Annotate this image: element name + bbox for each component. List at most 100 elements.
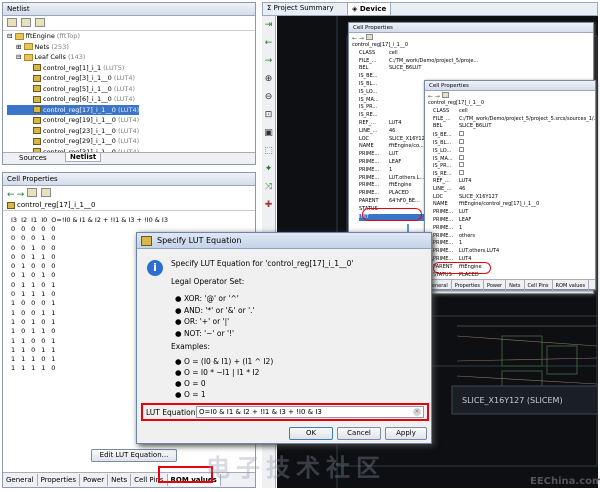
mark-icon[interactable]: ✚	[262, 196, 275, 214]
leaf-cell-type: (LUT4)	[113, 95, 136, 103]
inset-tab[interactable]: Cell Pins	[525, 280, 553, 292]
back-arrow-icon[interactable]: ←	[7, 190, 15, 200]
property-row[interactable]: CLASS cell	[433, 108, 595, 116]
checkbox[interactable]	[459, 154, 464, 160]
leaf-cell-row: control_reg[19]_i_1__0 (LUT4)	[7, 115, 255, 126]
checkbox[interactable]	[459, 170, 464, 176]
property-row[interactable]: IS_MA...	[433, 154, 595, 163]
inset-tab[interactable]: Power	[484, 280, 507, 292]
collapse-all-icon[interactable]	[7, 18, 17, 27]
tab-netlist[interactable]: Netlist	[65, 153, 102, 162]
cellprops-tab[interactable]: Nets	[108, 474, 132, 486]
property-row[interactable]: PRIME... 1	[433, 225, 595, 233]
property-row[interactable]: REF_... LUT4	[433, 178, 595, 186]
property-row[interactable]: IS_PR...	[433, 162, 595, 170]
refresh-icon[interactable]	[365, 34, 373, 40]
property-row[interactable]: PRIME... LEAF	[433, 217, 595, 225]
truth-table-cell: 1	[21, 345, 26, 354]
lut-icon	[33, 95, 41, 103]
truth-table-cell: 1	[11, 345, 16, 354]
truth-table-cell: 1	[41, 290, 46, 299]
clear-icon[interactable]: ×	[413, 408, 421, 416]
leaf-cell-item[interactable]: control_reg[3]_i_1__0 (LUT4)	[7, 73, 255, 84]
edit-lut-equation-button[interactable]: Edit LUT Equation...	[91, 449, 177, 462]
bullet-icon: ●	[175, 379, 184, 388]
inset-tab[interactable]: ROM values	[553, 280, 590, 292]
checkbox[interactable]	[459, 138, 464, 144]
property-row[interactable]: IS_BE...	[433, 131, 595, 139]
refresh-icon[interactable]	[441, 92, 449, 98]
property-key: FILE_...	[433, 115, 451, 122]
leaf-cell-item[interactable]: control_reg[1]_i_1 (LUT5)	[7, 63, 255, 74]
net-icon[interactable]: ⤨	[262, 178, 275, 196]
route-icon[interactable]: ⬚	[262, 142, 275, 160]
zoom-area-icon[interactable]: ▣	[262, 124, 275, 142]
inset1-init-highlight	[362, 208, 422, 221]
truth-table-cell: 1	[21, 290, 26, 299]
apply-button[interactable]: Apply	[385, 427, 427, 440]
property-row[interactable]: PRIME... 1	[433, 240, 595, 248]
property-row[interactable]: FILE_... C:/TM_work/Demo/project_5/projec…	[433, 116, 595, 124]
tree-nets[interactable]: ⊞ Nets (253)	[7, 42, 255, 53]
leaf-cell-item[interactable]: control_reg[19]_i_1__0 (LUT4)	[7, 115, 255, 126]
leaf-cell-item[interactable]: control_reg[23]_i_1__0 (LUT4)	[7, 126, 255, 137]
cellprops-tab[interactable]: General	[3, 474, 38, 486]
zoom-in-icon[interactable]: ⊕	[262, 70, 275, 88]
property-row[interactable]: CLASS cell	[359, 50, 593, 58]
forward-arrow-icon[interactable]: →	[17, 190, 25, 200]
property-row[interactable]: PRIME... LUT.others.LUT4	[433, 248, 595, 256]
truth-table-cell: 0	[31, 234, 36, 243]
property-row[interactable]: BEL SLICE_B6LUT	[359, 65, 593, 73]
cellprops-tab[interactable]: Power	[80, 474, 109, 486]
property-row[interactable]: IS_LO...	[433, 146, 595, 155]
zoom-fit-icon[interactable]: ⊡	[262, 106, 275, 124]
property-row[interactable]: BEL SLICE_B6LUT	[433, 123, 595, 131]
truth-table-cell: 1	[21, 271, 26, 280]
tab-sources[interactable]: Sources	[19, 154, 47, 162]
cancel-button[interactable]: Cancel	[337, 427, 381, 440]
leaf-cell-item[interactable]: control_reg[17]_i_1__0 (LUT4)	[7, 104, 140, 115]
tree-root[interactable]: ⊟ fftEngine (fftTop)	[7, 31, 255, 42]
property-row[interactable]: FILE_... C:/TM_work/Demo/project_5/proje.…	[359, 58, 593, 66]
inset-tab[interactable]: Properties	[452, 280, 484, 292]
checkbox[interactable]	[459, 162, 464, 168]
cellprops-tab[interactable]: Properties	[38, 474, 80, 486]
settings-icon[interactable]	[35, 18, 46, 27]
expand-all-icon[interactable]	[21, 18, 32, 27]
checkbox[interactable]	[459, 131, 464, 137]
property-value: fftEngine	[389, 182, 412, 189]
refresh-icon[interactable]	[26, 188, 37, 197]
truth-table-cell: 0	[31, 308, 36, 317]
truth-table-header-cell: O=!I0 & I1 & I2 + !I1 & I3 + !I0 & I3	[51, 215, 168, 224]
bullet-icon: ●	[175, 294, 184, 303]
select-icon[interactable]: ⇥	[262, 16, 275, 34]
leaf-cell-item[interactable]: control_reg[29]_i_1__0 (LUT4)	[7, 136, 255, 147]
tab-device[interactable]: ◈ Device	[347, 3, 392, 16]
leaf-cell-item[interactable]: control_reg[5]_i_1__0 (LUT4)	[7, 84, 255, 95]
leaf-cell-item[interactable]: control_reg[6]_i_1__0 (LUT4)	[7, 94, 255, 105]
property-key: IS_MA...	[433, 155, 453, 162]
tree-leaf-cells[interactable]: ⊟ Leaf Cells (143)	[7, 52, 255, 63]
zoom-out-icon[interactable]: ⊖	[262, 88, 275, 106]
property-row[interactable]: LOC SLICE_X16Y127	[433, 194, 595, 202]
pin-icon[interactable]: ✦	[262, 160, 275, 178]
ok-button[interactable]: OK	[289, 427, 333, 440]
property-row[interactable]: LINE_... 46	[433, 186, 595, 194]
back-icon[interactable]: ←	[262, 34, 275, 52]
property-row[interactable]: PRIME... LUT	[433, 209, 595, 217]
tab-project-summary[interactable]: Σ Project Summary	[267, 4, 334, 12]
lock-icon[interactable]	[40, 188, 51, 197]
lut-equation-dialog: Specify LUT Equation i Specify LUT Equat…	[136, 232, 432, 444]
truth-table-cell: 1	[11, 299, 16, 308]
inset-tab[interactable]: Nets	[506, 280, 525, 292]
forward-icon[interactable]: →	[262, 52, 275, 70]
property-row[interactable]: IS_RE...	[433, 170, 595, 178]
truth-table-header: I3 I2 I1 I0 O=!I0 & I1 & I2 + !I1 & I3 + !I0…	[9, 215, 170, 224]
root-suffix: (fftTop)	[56, 32, 80, 40]
property-row[interactable]: IS_BL...	[433, 138, 595, 147]
property-row[interactable]: NAME fftEngine/control_reg[17]_i_1__0	[433, 201, 595, 209]
property-row[interactable]: PRIME... others	[433, 233, 595, 241]
lut-equation-input[interactable]: O=I0 & I1 & I2 + !I1 & I3 + !I0 & I3 ×	[196, 406, 424, 418]
checkbox[interactable]	[459, 146, 464, 152]
truth-table-cell: 0	[11, 271, 16, 280]
